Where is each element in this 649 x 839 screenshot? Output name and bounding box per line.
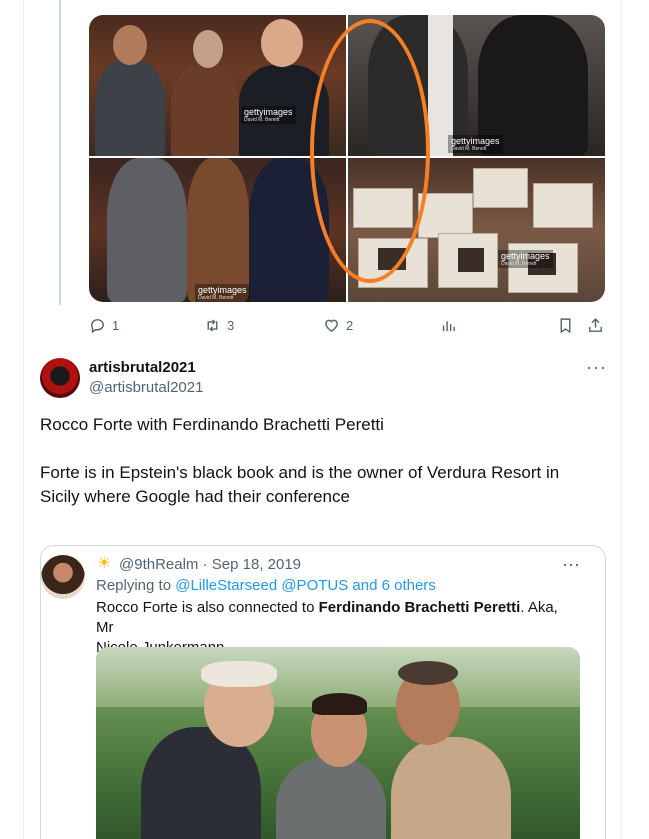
reply-button[interactable]: 1 — [89, 316, 119, 334]
bookmark-button[interactable] — [557, 316, 574, 334]
bold-name: Ferdinando Brachetti Peretti — [318, 599, 521, 616]
reply-count: 1 — [112, 317, 120, 333]
replying-to: Replying to @LilleStarseed @POTUS and 6 … — [96, 577, 436, 594]
quoted-avatar — [41, 555, 85, 599]
display-name[interactable]: artisbrutal2021 — [89, 359, 196, 376]
user-handle[interactable]: @artisbrutal2021 — [89, 379, 203, 396]
tweet-photo-grid: gettyimages David M. Benett gettyimages Da… — [89, 15, 605, 302]
retweet-button[interactable]: 3 — [204, 316, 234, 334]
getty-watermark: gettyimages David M. Benett — [448, 135, 503, 153]
quoted-tweet-header: @9thRealm · Sep 18, 2019 — [119, 556, 301, 573]
retweet-count: 3 — [227, 317, 235, 333]
timeline-right-border — [621, 0, 622, 839]
retweet-icon — [207, 318, 218, 332]
separator-dot: · — [202, 556, 208, 573]
quoted-handle[interactable]: @9thRealm — [119, 556, 198, 573]
tweet-photo-1[interactable]: gettyimages David M. Benett — [89, 15, 346, 156]
tweet-photo-3[interactable]: gettyimages David M. Benett — [89, 158, 346, 302]
getty-watermark: gettyimages David M. Benett — [241, 106, 296, 124]
tweet-text-line: Sicily where Google had their conference — [40, 487, 350, 506]
heart-icon — [325, 319, 338, 332]
replying-to-label: Replying to — [96, 577, 172, 594]
getty-watermark: gettyimages David M. Benett — [498, 250, 553, 268]
quoted-tweet-photo[interactable] — [96, 647, 580, 839]
analytics-icon — [442, 320, 455, 331]
more-options-button[interactable]: ··· — [586, 358, 607, 376]
like-count: 2 — [346, 317, 354, 333]
replying-to-users-link[interactable]: @LilleStarseed @POTUS and 6 others — [175, 577, 436, 594]
like-button[interactable]: 2 — [323, 316, 353, 334]
sun-icon: ☀ — [97, 555, 112, 572]
tweet-text-line: Forte is in Epstein's black book and is … — [40, 463, 560, 482]
reply-icon — [91, 318, 104, 333]
thread-connector-line — [59, 0, 61, 305]
share-button[interactable] — [587, 316, 604, 334]
quoted-date[interactable]: Sep 18, 2019 — [212, 556, 301, 573]
tweet-text-line: Rocco Forte with Ferdinando Brachetti Pe… — [40, 415, 384, 434]
getty-watermark: gettyimages David M. Benett — [195, 284, 250, 302]
timeline-left-border — [23, 0, 24, 839]
views-button[interactable] — [440, 316, 457, 334]
bookmark-icon — [560, 317, 571, 333]
quoted-tweet-card[interactable]: ☀ @9thRealm · Sep 18, 2019 ··· Replying … — [40, 545, 606, 839]
highlight-ellipse — [310, 19, 430, 283]
quoted-more-options[interactable]: ··· — [562, 555, 580, 573]
avatar[interactable] — [40, 358, 80, 398]
share-icon — [589, 317, 602, 332]
